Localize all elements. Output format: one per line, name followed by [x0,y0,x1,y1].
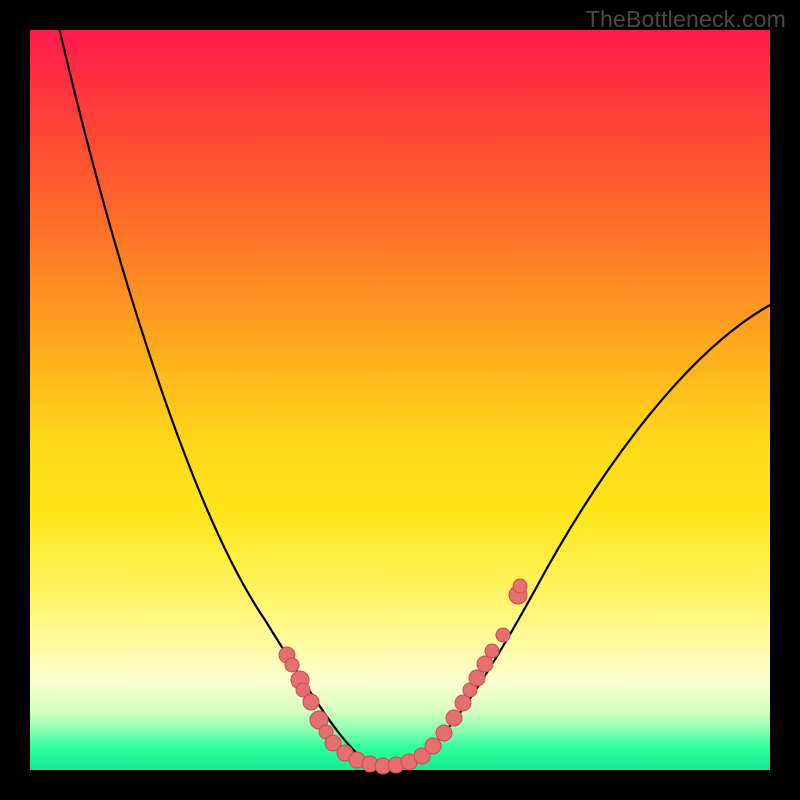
bottleneck-curve [55,10,770,766]
watermark-text: TheBottleneck.com [586,6,786,33]
marker-point [285,658,299,672]
marker-point [455,695,471,711]
marker-point [496,628,510,642]
marker-point [485,644,499,658]
marker-point [446,710,462,726]
marker-point [513,579,527,593]
marker-point [303,694,319,710]
plot-area [30,30,770,770]
marker-point [469,670,485,686]
marker-layer [279,579,527,774]
marker-point [436,725,452,741]
marker-point [425,738,441,754]
marker-point [477,656,493,672]
chart-svg [30,30,770,770]
